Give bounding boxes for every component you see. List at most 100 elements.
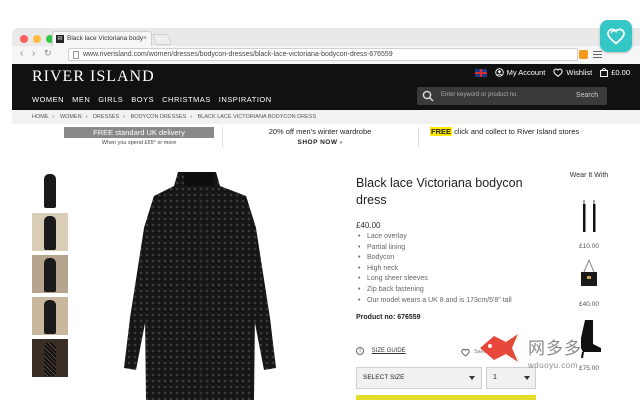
- nav-item-christmas[interactable]: CHRISTMAS: [162, 95, 211, 104]
- feature-item: High neck: [356, 264, 546, 275]
- product-main-image[interactable]: [96, 168, 314, 400]
- feature-item: Lace overlay: [356, 232, 546, 243]
- wear-item-price: £40.00: [579, 301, 599, 308]
- main-nav: WOMEN MEN GIRLS BOYS CHRISTMAS INSPIRATI…: [32, 95, 272, 104]
- new-tab-button[interactable]: [151, 34, 173, 45]
- minimize-window-button[interactable]: [33, 35, 41, 43]
- wear-it-with: Wear It With: [562, 172, 616, 179]
- watermark-url: wduoyu.com: [528, 361, 578, 370]
- breadcrumb-separator-icon: ›: [85, 114, 88, 120]
- breadcrumb-separator-icon: ›: [190, 114, 193, 120]
- extension-heart-badge-icon[interactable]: [600, 20, 632, 52]
- bag-total: £0.00: [611, 68, 630, 77]
- breadcrumb-separator-icon: ›: [123, 114, 126, 120]
- save-heart-icon[interactable]: [461, 348, 470, 357]
- browser-menu-icon[interactable]: [593, 51, 602, 60]
- wishlist-label: Wishlist: [566, 68, 593, 77]
- wear-item-price: £10.00: [579, 243, 599, 250]
- select-size-label: SELECT SIZE: [363, 374, 405, 381]
- shop-now-link[interactable]: SHOP NOW: [298, 139, 338, 146]
- user-icon: [494, 68, 504, 77]
- nav-item-inspiration[interactable]: INSPIRATION: [219, 95, 272, 104]
- tab-title: Black lace Victoriana body: [67, 35, 144, 42]
- product-title: Black lace Victoriana bodycon dress: [356, 176, 523, 207]
- promo-delivery-title: FREE standard UK delivery: [64, 127, 214, 138]
- product-price: £40.00: [356, 221, 381, 230]
- watermark: 网多多 wduoyu.com: [470, 328, 610, 378]
- promo-click-collect[interactable]: FREE click and collect to River Island s…: [420, 127, 610, 136]
- watermark-cn-text: 网多多: [528, 339, 582, 359]
- search-box: Enter keyword or product no. Search: [417, 87, 607, 105]
- bag-icon: [600, 68, 609, 77]
- header-actions: My Account Wishlist £0.00: [474, 68, 630, 77]
- earrings-icon: [583, 200, 596, 232]
- heart-icon: [553, 68, 564, 77]
- close-tab-icon[interactable]: ×: [143, 32, 147, 46]
- thumbnail-1[interactable]: [32, 171, 68, 209]
- window-controls: [20, 35, 54, 43]
- browser-chrome: RI Black lace Victoriana body × ‹ › ↻ ww…: [12, 28, 640, 64]
- nav-item-girls[interactable]: GIRLS: [98, 95, 123, 104]
- chevron-right-icon: ›: [339, 139, 343, 146]
- promo-divider: [418, 127, 419, 147]
- address-text: www.riverisland.com/women/dresses/bodyco…: [83, 51, 393, 58]
- wear-item-earrings[interactable]: £10.00: [562, 198, 616, 250]
- product-thumbnails: [32, 171, 70, 381]
- extension-icon[interactable]: [579, 50, 588, 59]
- page-icon: [73, 51, 79, 59]
- nav-item-boys[interactable]: BOYS: [131, 95, 154, 104]
- breadcrumb-women[interactable]: WOMEN: [60, 114, 82, 120]
- breadcrumb-home[interactable]: HOME: [32, 114, 49, 120]
- add-to-bag-button[interactable]: [356, 395, 536, 400]
- nav-item-men[interactable]: MEN: [72, 95, 90, 104]
- breadcrumb-dresses[interactable]: DRESSES: [93, 114, 119, 120]
- wishlist-link[interactable]: Wishlist: [553, 68, 592, 77]
- promo-menswear-title: 20% off men's winter wardrobe: [268, 127, 372, 136]
- address-bar[interactable]: www.riverisland.com/women/dresses/bodyco…: [68, 48, 578, 61]
- promo-menswear[interactable]: 20% off men's winter wardrobe SHOP NOW ›: [230, 127, 410, 146]
- uk-flag-icon[interactable]: [474, 68, 487, 77]
- watermark-fish-logo: [480, 334, 518, 362]
- breadcrumb-bodycon[interactable]: BODYCON DRESSES: [131, 114, 187, 120]
- close-window-button[interactable]: [20, 35, 28, 43]
- thumbnail-4[interactable]: [32, 297, 68, 335]
- thumbnail-2[interactable]: [32, 213, 68, 251]
- browser-tab[interactable]: RI Black lace Victoriana body ×: [52, 31, 152, 46]
- forward-icon[interactable]: ›: [32, 48, 35, 59]
- promo-collect-text: click and collect to River Island stores: [452, 127, 580, 136]
- thumbnail-5[interactable]: [32, 339, 68, 377]
- tab-favicon: RI: [56, 35, 64, 43]
- feature-item: Long sheer sleeves: [356, 274, 546, 285]
- reload-icon[interactable]: ↻: [44, 48, 52, 59]
- feature-item: Bodycon: [356, 253, 546, 264]
- breadcrumb-current: BLACK LACE VICTORIANA BODYCON DRESS: [197, 114, 317, 120]
- my-account-label: My Account: [506, 68, 546, 77]
- size-guide-link[interactable]: SIZE GUIDE: [372, 348, 406, 354]
- breadcrumb: HOME › WOMEN › DRESSES › BODYCON DRESSES › B…: [12, 110, 640, 124]
- promo-divider: [222, 127, 223, 147]
- my-account-link[interactable]: My Account: [494, 68, 546, 77]
- thumbnail-3[interactable]: [32, 255, 68, 293]
- feature-item: Our model wears a UK 8 and is 173cm/5'8"…: [356, 296, 546, 307]
- wear-item-handbag[interactable]: £40.00: [562, 258, 616, 308]
- handbag-icon: [581, 258, 597, 286]
- site-header: RIVER ISLAND My Account Wishlist £0.00 W…: [12, 64, 640, 110]
- feature-item: Partial lining: [356, 243, 546, 254]
- browser-toolbar: ‹ › ↻ www.riverisland.com/women/dresses/…: [12, 46, 640, 64]
- promo-free-badge: FREE: [430, 127, 453, 136]
- product-number: Product no: 676559: [356, 314, 421, 322]
- select-size-dropdown[interactable]: SELECT SIZE: [356, 367, 482, 389]
- info-icon: i: [356, 347, 364, 355]
- nav-item-women[interactable]: WOMEN: [32, 95, 64, 104]
- bag-link[interactable]: £0.00: [600, 68, 630, 77]
- product-features: Lace overlay Partial lining Bodycon High…: [356, 232, 546, 306]
- search-button[interactable]: Search: [567, 87, 607, 105]
- site-logo[interactable]: RIVER ISLAND: [32, 68, 155, 86]
- search-input[interactable]: Enter keyword or product no.: [441, 92, 518, 98]
- promo-delivery-sub: When you spend £65* or more: [101, 140, 177, 146]
- search-icon: [422, 90, 434, 102]
- back-icon[interactable]: ‹: [20, 48, 23, 59]
- promo-delivery[interactable]: FREE standard UK delivery When you spend…: [64, 127, 214, 146]
- breadcrumb-separator-icon: ›: [52, 114, 55, 120]
- feature-item: Zip back fastening: [356, 285, 546, 296]
